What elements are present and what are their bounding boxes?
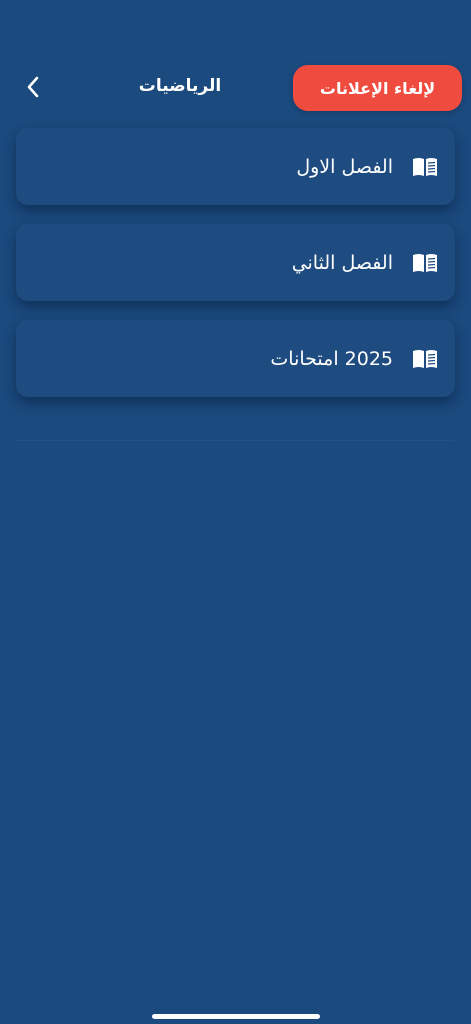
chapter-list: الفصل الاول الفصل الثاني 2025 امتحانات bbox=[16, 128, 455, 416]
book-icon bbox=[411, 156, 439, 178]
back-button[interactable] bbox=[18, 72, 48, 102]
divider bbox=[16, 440, 455, 441]
book-icon bbox=[411, 252, 439, 274]
page-title: الرياضيات bbox=[138, 76, 222, 96]
list-item-label: الفصل الثاني bbox=[291, 251, 393, 274]
app-header: الرياضيات لإلغاء الإعلانات bbox=[0, 62, 471, 114]
list-item-chapter-1[interactable]: الفصل الاول bbox=[16, 128, 455, 205]
list-item-label: الفصل الاول bbox=[296, 155, 393, 178]
list-item-label: 2025 امتحانات bbox=[270, 347, 393, 370]
remove-ads-button[interactable]: لإلغاء الإعلانات bbox=[293, 65, 462, 111]
home-indicator[interactable] bbox=[152, 1014, 320, 1019]
list-item-chapter-2[interactable]: الفصل الثاني bbox=[16, 224, 455, 301]
book-icon bbox=[411, 348, 439, 370]
list-item-exams-2025[interactable]: 2025 امتحانات bbox=[16, 320, 455, 397]
chevron-left-icon bbox=[27, 76, 39, 98]
